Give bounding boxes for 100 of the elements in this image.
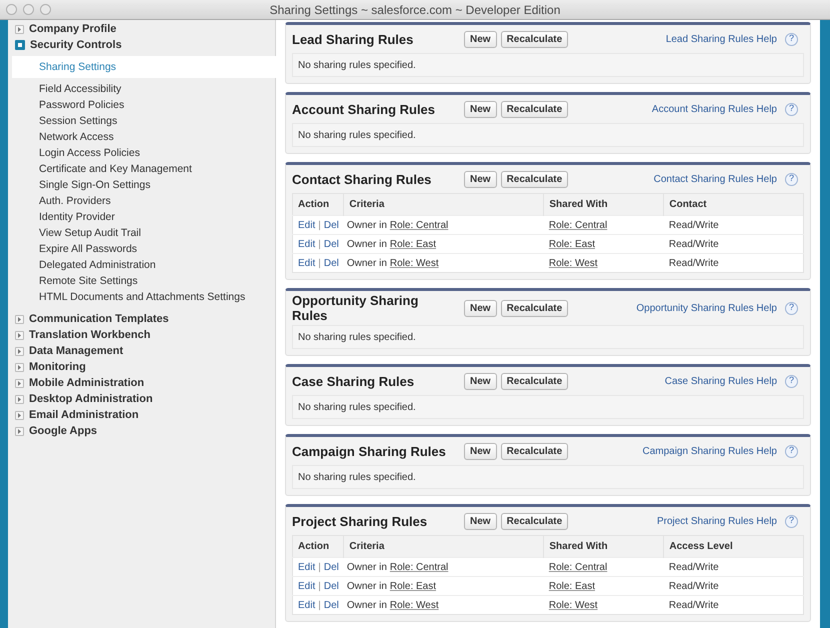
sidebar-group-label[interactable]: Communication Templates [29,310,169,328]
sidebar-item[interactable]: Expire All Passwords [12,241,271,257]
help-link[interactable]: Campaign Sharing Rules Help [642,444,777,458]
column-header: Contact [664,194,804,216]
role-link[interactable]: Role: West [390,258,439,268]
section-button[interactable]: New [464,300,497,316]
criteria-text: Owner in [346,580,387,592]
expand-icon[interactable] [15,330,24,340]
edit-link[interactable]: Edit [298,580,316,592]
help-link[interactable]: Project Sharing Rules Help [656,514,777,528]
role-link[interactable]: Role: East [390,238,436,250]
section-button[interactable]: New [464,372,497,390]
expand-icon[interactable] [15,362,24,372]
sidebar-group-label[interactable]: Monitoring [29,358,86,376]
column-header: Criteria [344,536,544,558]
sidebar-group-label[interactable]: Mobile Administration [29,374,144,392]
section-button[interactable]: New [464,170,497,188]
sidebar-item[interactable]: Sharing Settings [12,56,276,78]
edit-link[interactable]: Edit [298,258,316,268]
role-link[interactable]: Role: West [390,600,439,610]
sidebar-group-label[interactable]: Security Controls [30,36,122,54]
sidebar-item[interactable]: HTML Documents and Attachments Settings [12,289,271,305]
section-button[interactable]: New [464,30,497,48]
sidebar-item[interactable]: Identity Provider [12,209,271,225]
section-button[interactable]: Recalculate [500,30,568,48]
expand-icon[interactable] [15,378,24,388]
collapse-icon[interactable] [15,40,25,50]
sidebar-group-label[interactable]: Desktop Administration [29,390,153,408]
role-link[interactable]: Role: East [548,238,595,250]
help-icon[interactable]: ? [785,172,798,186]
role-link[interactable]: Role: West [548,258,598,268]
edit-link[interactable]: Edit [298,238,316,250]
section-title: Lead Sharing Rules [292,32,414,46]
help-icon[interactable]: ? [785,374,798,388]
section-button[interactable]: Recalculate [500,442,568,460]
sidebar-item[interactable]: Login Access Policies [12,145,271,161]
sidebar-group-label[interactable]: Data Management [29,342,124,360]
expand-icon[interactable] [15,24,24,34]
role-link[interactable]: Role: East [390,580,436,592]
sidebar-group-label[interactable]: Company Profile [29,20,116,38]
help-link[interactable]: Opportunity Sharing Rules Help [636,300,777,316]
table-cell: Read/Write [664,576,804,596]
sidebar-item[interactable]: Password Policies [12,97,271,113]
delete-link[interactable]: Del [324,220,339,230]
sidebar-item[interactable]: Network Access [12,129,271,145]
sidebar-group-label[interactable]: Email Administration [29,406,139,424]
section-button[interactable]: New [464,100,497,118]
sidebar-group-label[interactable]: Google Apps [29,422,98,440]
delete-link[interactable]: Del [324,258,339,268]
section-title: Project Sharing Rules [292,514,428,528]
expand-icon[interactable] [15,394,24,404]
column-header: Access Level [664,536,804,558]
section-button[interactable]: Recalculate [500,372,568,390]
help-icon[interactable]: ? [785,514,798,528]
delete-link[interactable]: Del [324,580,339,592]
expand-icon[interactable] [15,410,24,420]
section-button[interactable]: Recalculate [500,512,568,530]
sidebar-item[interactable]: Remote Site Settings [12,273,271,289]
sidebar-item[interactable]: Single Sign-On Settings [12,177,271,193]
role-link[interactable]: Role: Central [548,562,608,572]
help-link[interactable]: Account Sharing Rules Help [652,102,777,116]
help-icon[interactable]: ? [785,102,798,116]
table-cell: Read/Write [664,558,804,576]
section-button[interactable]: Recalculate [500,100,568,118]
edit-link[interactable]: Edit [298,600,316,610]
role-link[interactable]: Role: Central [548,220,608,230]
section-button[interactable]: Recalculate [500,170,568,188]
criteria-text: Owner in [346,220,387,230]
expand-icon[interactable] [15,346,24,356]
sidebar-item[interactable]: Auth. Providers [12,193,271,209]
sidebar-item[interactable]: Certificate and Key Management [12,161,271,177]
delete-link[interactable]: Del [324,562,339,572]
role-link[interactable]: Role: West [548,600,598,610]
sidebar-item[interactable]: Field Accessibility [12,81,271,97]
sidebar-item[interactable]: Delegated Administration [12,257,271,273]
column-header: Action [292,536,344,558]
help-link[interactable]: Contact Sharing Rules Help [654,172,777,186]
delete-link[interactable]: Del [324,238,339,250]
edit-link[interactable]: Edit [298,220,316,230]
expand-icon[interactable] [15,314,24,324]
role-link[interactable]: Role: Central [390,562,448,572]
expand-icon[interactable] [15,426,24,436]
section-button[interactable]: New [464,442,497,460]
link-separator: | [318,580,321,592]
help-icon[interactable]: ? [785,32,798,46]
sidebar-group-label[interactable]: Translation Workbench [29,326,150,344]
sidebar-item[interactable]: Session Settings [12,113,271,129]
table-cell: Read/Write [664,596,804,614]
delete-link[interactable]: Del [324,600,339,610]
edit-link[interactable]: Edit [298,562,316,572]
section-button[interactable]: New [464,512,497,530]
help-link[interactable]: Case Sharing Rules Help [664,374,777,388]
help-icon[interactable]: ? [785,302,798,314]
section-button[interactable]: Recalculate [500,300,568,316]
role-link[interactable]: Role: East [548,580,595,592]
role-link[interactable]: Role: Central [390,220,448,230]
help-link[interactable]: Lead Sharing Rules Help [666,32,777,46]
table-cell: Read/Write [664,254,804,272]
sidebar-item[interactable]: View Setup Audit Trail [12,225,271,241]
help-icon[interactable]: ? [785,444,798,458]
